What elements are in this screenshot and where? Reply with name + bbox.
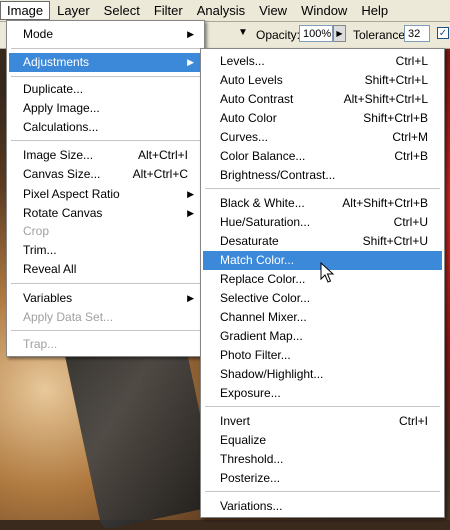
menu-separator [11, 48, 200, 49]
menu-item-label: Pixel Aspect Ratio [23, 187, 120, 201]
menu-separator [205, 491, 440, 492]
menu-item-mode[interactable]: Mode ▶ [9, 25, 202, 44]
menu-item-label: Variables [23, 291, 73, 305]
menu-item-pixel-aspect-ratio[interactable]: Pixel Aspect Ratio ▶ [9, 185, 202, 204]
shortcut-label: Alt+Shift+Ctrl+B [342, 196, 428, 210]
opacity-label: Opacity: [256, 28, 301, 42]
shortcut-label: Ctrl+U [393, 215, 428, 229]
menu-item-apply-image[interactable]: Apply Image... [9, 99, 202, 118]
submenu-arrow-icon: ▶ [187, 57, 194, 67]
submenu-arrow-icon: ▶ [187, 208, 194, 218]
menu-item-variables[interactable]: Variables ▶ [9, 289, 202, 308]
menu-item-levels[interactable]: Levels... Ctrl+L [203, 52, 442, 71]
menu-item-crop: Crop [23, 224, 50, 238]
menu-item-trap: Trap... [23, 337, 58, 351]
menu-item-trim[interactable]: Trim... [9, 241, 202, 260]
menu-item-label: Adjustments [23, 55, 90, 69]
menu-item-apply-data-set: Apply Data Set... [23, 310, 114, 324]
anti-alias-checkbox[interactable]: ✓ [437, 27, 449, 39]
menu-item-calculations[interactable]: Calculations... [9, 118, 202, 137]
menu-item-color-balance[interactable]: Color Balance... Ctrl+B [203, 147, 442, 166]
menu-separator [205, 406, 440, 407]
opacity-input[interactable]: 100% [299, 25, 333, 42]
shortcut-label: Alt+Ctrl+I [137, 148, 188, 162]
menu-item-reveal-all[interactable]: Reveal All [9, 260, 202, 279]
menu-item-invert[interactable]: Invert Ctrl+I [203, 412, 442, 431]
menu-item-label: Invert [220, 414, 251, 428]
menu-view[interactable]: View [252, 1, 294, 20]
menu-item-brightness-contrast[interactable]: Brightness/Contrast... [203, 166, 442, 185]
menu-analysis[interactable]: Analysis [190, 1, 252, 20]
menu-item-hue-saturation[interactable]: Hue/Saturation... Ctrl+U [203, 213, 442, 232]
menu-item-equalize[interactable]: Equalize [203, 431, 442, 450]
menu-item-label: Auto Levels [220, 73, 283, 87]
menu-item-label: Image Size... [23, 148, 94, 162]
mouse-cursor-icon [320, 262, 335, 283]
menu-item-label: Mode [23, 27, 54, 41]
menu-item-posterize[interactable]: Posterize... [203, 469, 442, 488]
menu-filter[interactable]: Filter [147, 1, 190, 20]
menu-item-photo-filter[interactable]: Photo Filter... [203, 346, 442, 365]
menu-item-adjustments[interactable]: Adjustments ▶ [9, 53, 202, 72]
opacity-slider-arrow-icon[interactable]: ▶ [333, 25, 346, 42]
shortcut-label: Ctrl+L [395, 54, 428, 68]
menu-item-canvas-size[interactable]: Canvas Size... Alt+Ctrl+C [9, 165, 202, 184]
menu-bar: Image Layer Select Filter Analysis View … [0, 0, 450, 22]
menu-separator [11, 330, 200, 331]
menu-layer[interactable]: Layer [50, 1, 97, 20]
menu-help[interactable]: Help [354, 1, 395, 20]
menu-window[interactable]: Window [294, 1, 354, 20]
menu-item-label: Canvas Size... [23, 167, 101, 181]
shortcut-label: Ctrl+I [398, 414, 428, 428]
menu-item-shadow-highlight[interactable]: Shadow/Highlight... [203, 365, 442, 384]
image-menu: Mode ▶ Adjustments ▶ Duplicate... Apply … [6, 20, 205, 357]
menu-item-gradient-map[interactable]: Gradient Map... [203, 327, 442, 346]
menu-item-label: Desaturate [220, 234, 279, 248]
menu-item-label: Rotate Canvas [23, 206, 103, 220]
shortcut-label: Alt+Ctrl+C [132, 167, 188, 181]
menu-item-label: Black & White... [220, 196, 305, 210]
menu-item-desaturate[interactable]: Desaturate Shift+Ctrl+U [203, 232, 442, 251]
menu-item-selective-color[interactable]: Selective Color... [203, 289, 442, 308]
menu-item-curves[interactable]: Curves... Ctrl+M [203, 128, 442, 147]
menu-item-variations[interactable]: Variations... [203, 497, 442, 516]
menu-item-label: Levels... [220, 54, 265, 68]
menu-item-exposure[interactable]: Exposure... [203, 384, 442, 403]
menu-item-rotate-canvas[interactable]: Rotate Canvas ▶ [9, 204, 202, 223]
menu-item-label: Hue/Saturation... [220, 215, 311, 229]
menu-item-auto-contrast[interactable]: Auto Contrast Alt+Shift+Ctrl+L [203, 90, 442, 109]
menu-select[interactable]: Select [97, 1, 147, 20]
menu-item-label: Curves... [220, 130, 269, 144]
menu-item-label: Color Balance... [220, 149, 306, 163]
menu-item-image-size[interactable]: Image Size... Alt+Ctrl+I [9, 146, 202, 165]
tolerance-input[interactable]: 32 [404, 25, 430, 42]
shortcut-label: Alt+Shift+Ctrl+L [343, 92, 428, 106]
menu-item-auto-color[interactable]: Auto Color Shift+Ctrl+B [203, 109, 442, 128]
menu-separator [11, 76, 200, 77]
menu-item-threshold[interactable]: Threshold... [203, 450, 442, 469]
menu-item-duplicate[interactable]: Duplicate... [9, 80, 202, 99]
tolerance-label: Tolerance: [353, 28, 409, 42]
shortcut-label: Shift+Ctrl+U [362, 234, 428, 248]
shortcut-label: Ctrl+B [394, 149, 428, 163]
menu-item-auto-levels[interactable]: Auto Levels Shift+Ctrl+L [203, 71, 442, 90]
menu-item-label: Auto Color [220, 111, 277, 125]
menu-item-channel-mixer[interactable]: Channel Mixer... [203, 308, 442, 327]
submenu-arrow-icon: ▶ [187, 293, 194, 303]
menu-image[interactable]: Image [0, 1, 51, 20]
menu-item-label: Auto Contrast [220, 92, 294, 106]
shortcut-label: Shift+Ctrl+B [363, 111, 428, 125]
submenu-arrow-icon: ▶ [187, 189, 194, 199]
mode-dropdown-arrow-icon[interactable]: ▼ [236, 25, 250, 42]
menu-separator [11, 283, 200, 284]
menu-item-black-white[interactable]: Black & White... Alt+Shift+Ctrl+B [203, 194, 442, 213]
submenu-arrow-icon: ▶ [187, 29, 194, 39]
shortcut-label: Shift+Ctrl+L [364, 73, 428, 87]
menu-separator [205, 188, 440, 189]
shortcut-label: Ctrl+M [392, 130, 428, 144]
menu-separator [11, 140, 200, 141]
